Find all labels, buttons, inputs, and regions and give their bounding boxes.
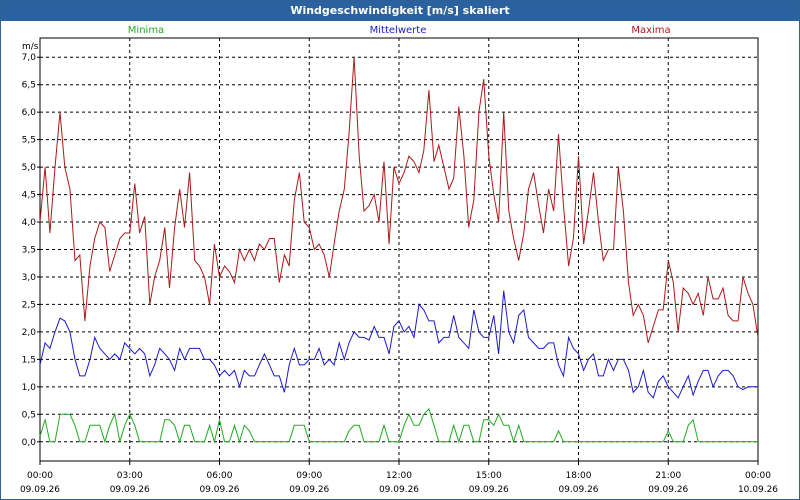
y-tick-label: 6,5 (22, 81, 36, 91)
y-tick-label: 3,5 (22, 246, 36, 256)
x-tick-time: 00:00 (27, 471, 53, 481)
y-tick-label: 7,0 (22, 53, 37, 63)
x-tick-time: 03:00 (117, 471, 143, 481)
x-tick-date: 09.09.26 (289, 485, 329, 495)
y-tick-label: 0,0 (22, 438, 37, 448)
x-tick-time: 09:00 (296, 471, 322, 481)
x-tick-date: 09.09.26 (558, 485, 598, 495)
x-tick-time: 18:00 (566, 471, 592, 481)
x-tick-date: 09.09.26 (20, 485, 60, 495)
y-axis-unit: m/s (22, 42, 39, 52)
x-tick-time: 12:00 (386, 471, 412, 481)
y-tick-label: 2,0 (22, 328, 37, 338)
x-tick-date: 09.09.26 (469, 485, 509, 495)
y-tick-label: 2,5 (22, 300, 36, 310)
y-tick-label: 0,5 (22, 410, 36, 420)
y-tick-label: 1,0 (22, 383, 37, 393)
x-tick-time: 00:00 (745, 471, 771, 481)
x-tick-time: 15:00 (476, 471, 502, 481)
wind-speed-chart: m/s 0,0 0,5 1,0 1,5 2,0 2,5 3,0 3,5 4,0 4,5 5,0 5,5 6… (20, 37, 778, 495)
x-tick-date: 09.09.26 (110, 485, 150, 495)
y-tick-label: 6,0 (22, 108, 37, 118)
x-tick-time: 21:00 (655, 471, 681, 481)
x-tick-date: 10.09.26 (738, 485, 778, 495)
y-tick-label: 3,0 (22, 273, 37, 283)
y-tick-label: 1,5 (22, 355, 36, 365)
y-tick-label: 5,5 (22, 136, 36, 146)
y-tick-label: 5,0 (22, 163, 37, 173)
x-tick-date: 09.09.26 (648, 485, 688, 495)
x-tick-date: 09.09.26 (199, 485, 239, 495)
x-tick-time: 06:00 (207, 471, 233, 481)
y-tick-label: 4,5 (22, 191, 36, 201)
x-tick-date: 09.09.26 (379, 485, 419, 495)
y-tick-label: 4,0 (22, 218, 37, 228)
